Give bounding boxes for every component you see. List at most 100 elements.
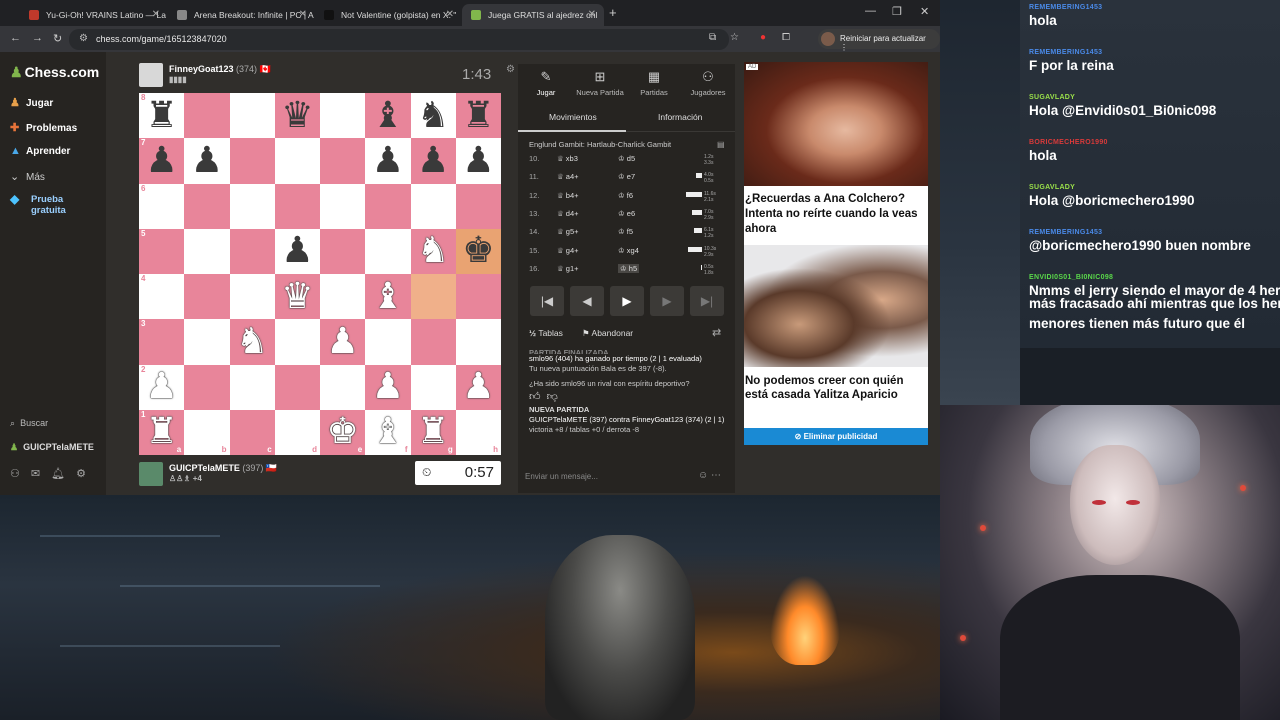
board-square-c2[interactable] bbox=[229, 364, 275, 410]
board-square-g6[interactable] bbox=[410, 183, 456, 229]
free-trial-link[interactable]: ◆ Prueba gratuita bbox=[10, 193, 66, 216]
avatar[interactable] bbox=[139, 462, 163, 486]
resign-button[interactable]: ⚑ Abandonar bbox=[582, 328, 633, 339]
tab-movimientos[interactable]: Movimientos bbox=[549, 112, 597, 122]
ad-headline[interactable]: No podemos creer con quién está casada Y… bbox=[745, 374, 927, 402]
black-move[interactable]: ♔ f6 bbox=[618, 191, 633, 200]
black-pawn-piece[interactable]: ♟ bbox=[462, 142, 494, 179]
black-rook-piece[interactable]: ♜ bbox=[462, 97, 494, 134]
white-pawn-piece[interactable]: ♟ bbox=[462, 369, 494, 405]
black-king-piece[interactable]: ♚ bbox=[462, 233, 494, 269]
white-queen-piece[interactable]: ♛ bbox=[281, 278, 313, 315]
white-pawn-piece[interactable]: ♟ bbox=[145, 369, 177, 405]
advertisement[interactable]: AD ¿Recuerdas a Ana Colchero? Intenta no… bbox=[744, 62, 928, 445]
relaunch-button[interactable]: Reiniciar para actualizar ⋮ bbox=[818, 29, 940, 52]
ad-image-couple[interactable] bbox=[744, 245, 928, 367]
board-square-d5[interactable]: ♟ bbox=[274, 228, 320, 274]
black-pawn-piece[interactable]: ♟ bbox=[145, 142, 177, 179]
user-link[interactable]: ♟ GUICPTelaMETE bbox=[10, 442, 94, 453]
board-square-d7[interactable] bbox=[274, 138, 320, 184]
sidebar-item-problemas[interactable]: ✚ Problemas bbox=[10, 121, 77, 134]
last-move-button[interactable]: ▶| bbox=[690, 286, 724, 316]
board-square-b4[interactable] bbox=[184, 274, 230, 320]
board-square-e6[interactable] bbox=[320, 183, 366, 229]
kebab-menu-icon[interactable]: ⋮ bbox=[840, 43, 848, 52]
close-icon[interactable]: ✕ bbox=[152, 9, 160, 20]
sidebar-item-aprender[interactable]: ▲ Aprender bbox=[10, 145, 70, 157]
board-square-a1[interactable]: 1 a ♜ bbox=[139, 409, 185, 455]
black-move[interactable]: ♔ xg4 bbox=[618, 246, 639, 255]
mail-icon[interactable]: ✉ bbox=[31, 468, 51, 480]
black-move[interactable]: ♔ e7 bbox=[618, 172, 635, 181]
close-icon[interactable]: ✕ bbox=[588, 9, 596, 20]
board-square-c7[interactable] bbox=[229, 138, 275, 184]
board-square-e8[interactable] bbox=[320, 93, 366, 139]
black-pawn-piece[interactable]: ♟ bbox=[417, 142, 449, 179]
board-square-g4[interactable] bbox=[410, 274, 456, 320]
black-rook-piece[interactable]: ♜ bbox=[145, 97, 177, 134]
black-pawn-piece[interactable]: ♟ bbox=[372, 142, 404, 179]
emoji-icon[interactable]: ☺ ⋯ bbox=[698, 470, 721, 481]
board-square-a8[interactable]: 8 ♜ bbox=[139, 93, 185, 139]
bell-icon[interactable]: 🔔︎ bbox=[51, 468, 76, 480]
extensions-puzzle-icon[interactable]: ⧠ bbox=[782, 32, 790, 43]
player-name-row[interactable]: GUICPTelaMETE (397) 🇨🇱 bbox=[169, 463, 277, 474]
avatar[interactable] bbox=[139, 63, 163, 87]
white-bishop-piece[interactable]: ♝ bbox=[372, 278, 404, 315]
black-pawn-piece[interactable]: ♟ bbox=[281, 233, 313, 269]
install-icon[interactable]: ⧉ bbox=[709, 32, 716, 43]
board-square-a7[interactable]: 7 ♟ bbox=[139, 138, 185, 184]
board-square-g8[interactable]: ♞ bbox=[410, 93, 456, 139]
url-field[interactable]: ⚙ chess.com/game/165123847020 bbox=[69, 29, 729, 50]
tab-informacion[interactable]: Información bbox=[658, 112, 702, 122]
chess-board[interactable]: 8 ♜ ♛ ♝ ♞ ♜ 7 ♟ ♟ ♟ ♟ ♟ 6 5 ♟ ♞ ♚ 4 ♛ ♝ 3 ♞ ♟ 2 ♟ ♟ ♟ 1 a ♜ b c d e ♚ f ♝ g ♜ h bbox=[139, 93, 501, 455]
white-bishop-piece[interactable]: ♝ bbox=[372, 414, 404, 450]
board-square-a2[interactable]: 2 ♟ bbox=[139, 364, 185, 410]
board-square-c4[interactable] bbox=[229, 274, 275, 320]
board-square-h8[interactable]: ♜ bbox=[455, 93, 501, 139]
board-square-h1[interactable]: h bbox=[455, 409, 501, 455]
white-move[interactable]: ♕ b4+ bbox=[557, 191, 579, 200]
board-square-c3[interactable]: ♞ bbox=[229, 319, 275, 365]
back-icon[interactable]: ← bbox=[10, 32, 21, 44]
remove-ads-button[interactable]: ⊘ Eliminar publicidad bbox=[744, 428, 928, 445]
prev-move-button[interactable]: ◀ bbox=[570, 286, 604, 316]
board-square-f1[interactable]: f ♝ bbox=[365, 409, 411, 455]
settings-icon[interactable]: ⚙ bbox=[76, 468, 97, 480]
board-square-c8[interactable] bbox=[229, 93, 275, 139]
board-square-h3[interactable] bbox=[455, 319, 501, 365]
minimize-icon[interactable]: — bbox=[865, 5, 876, 17]
board-square-h4[interactable] bbox=[455, 274, 501, 320]
board-square-h2[interactable]: ♟ bbox=[455, 364, 501, 410]
white-move[interactable]: ♕ g5+ bbox=[557, 227, 579, 236]
black-pawn-piece[interactable]: ♟ bbox=[191, 142, 223, 179]
black-move[interactable]: ♔ h5 bbox=[618, 263, 640, 273]
board-square-d2[interactable] bbox=[274, 364, 320, 410]
board-square-h6[interactable] bbox=[455, 183, 501, 229]
flip-board-icon[interactable]: ⇄ bbox=[712, 326, 721, 339]
play-button[interactable]: ▶ bbox=[610, 286, 644, 316]
board-square-f6[interactable] bbox=[365, 183, 411, 229]
white-move[interactable]: ♕ xb3 bbox=[557, 154, 578, 163]
new-tab-icon[interactable]: + bbox=[609, 5, 617, 20]
ad-headline[interactable]: ¿Recuerdas a Ana Colchero? Intenta no re… bbox=[745, 192, 927, 237]
black-queen-piece[interactable]: ♛ bbox=[281, 97, 313, 134]
board-square-h5[interactable]: ♚ bbox=[455, 228, 501, 274]
white-move[interactable]: ♕ g1+ bbox=[557, 264, 579, 273]
board-square-c5[interactable] bbox=[229, 228, 275, 274]
board-square-g5[interactable]: ♞ bbox=[410, 228, 456, 274]
ad-image-woman[interactable] bbox=[744, 62, 928, 186]
board-square-b3[interactable] bbox=[184, 319, 230, 365]
white-move[interactable]: ♕ a4+ bbox=[557, 172, 579, 181]
board-square-g7[interactable]: ♟ bbox=[410, 138, 456, 184]
board-square-e4[interactable] bbox=[320, 274, 366, 320]
tab-nueva-partida[interactable]: ⊞ Nueva Partida bbox=[573, 69, 627, 97]
black-knight-piece[interactable]: ♞ bbox=[417, 97, 449, 134]
white-rook-piece[interactable]: ♜ bbox=[417, 414, 449, 450]
board-square-e5[interactable] bbox=[320, 228, 366, 274]
board-square-f2[interactable]: ♟ bbox=[365, 364, 411, 410]
white-king-piece[interactable]: ♚ bbox=[326, 414, 358, 450]
board-square-g3[interactable] bbox=[410, 319, 456, 365]
board-square-a5[interactable]: 5 bbox=[139, 228, 185, 274]
white-knight-piece[interactable]: ♞ bbox=[236, 323, 268, 360]
